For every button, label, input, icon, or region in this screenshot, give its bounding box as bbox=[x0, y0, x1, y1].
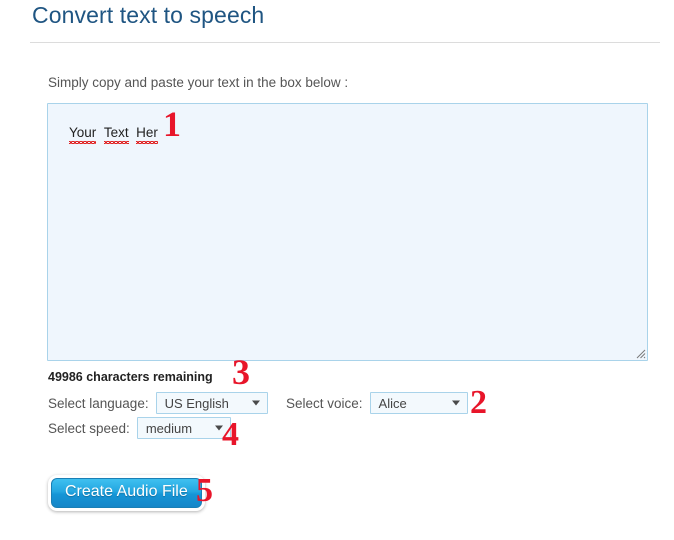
chevron-down-icon bbox=[251, 400, 260, 406]
annotation-step-5: 5 bbox=[196, 472, 213, 509]
speed-row: Select speed: medium bbox=[48, 417, 231, 439]
text-input[interactable] bbox=[47, 103, 648, 361]
language-row: Select language: US English bbox=[48, 392, 268, 414]
character-count: 49986 characters remaining bbox=[48, 370, 213, 384]
annotation-step-2: 2 bbox=[470, 384, 487, 421]
speed-selected-value: medium bbox=[145, 420, 193, 436]
voice-selected-value: Alice bbox=[378, 395, 407, 411]
annotation-step-4: 4 bbox=[222, 416, 239, 453]
speed-select[interactable]: medium bbox=[136, 417, 231, 439]
header-divider bbox=[30, 42, 660, 43]
voice-label: Select voice: bbox=[286, 395, 363, 411]
language-select[interactable]: US English bbox=[155, 392, 268, 414]
chevron-down-icon bbox=[451, 400, 460, 406]
speed-label: Select speed: bbox=[48, 420, 130, 436]
text-input-area[interactable]: Your Text Her bbox=[47, 103, 648, 361]
voice-select[interactable]: Alice bbox=[369, 392, 468, 414]
annotation-step-3: 3 bbox=[232, 352, 250, 392]
language-label: Select language: bbox=[48, 395, 149, 411]
voice-row: Select voice: Alice bbox=[286, 392, 468, 414]
language-selected-value: US English bbox=[164, 395, 229, 411]
annotation-step-1: 1 bbox=[163, 104, 181, 144]
create-audio-file-button[interactable]: Create Audio File bbox=[51, 478, 202, 508]
create-audio-button-frame: Create Audio File bbox=[48, 475, 205, 511]
instruction-text: Simply copy and paste your text in the b… bbox=[48, 75, 349, 90]
page-title: Convert text to speech bbox=[32, 2, 265, 28]
